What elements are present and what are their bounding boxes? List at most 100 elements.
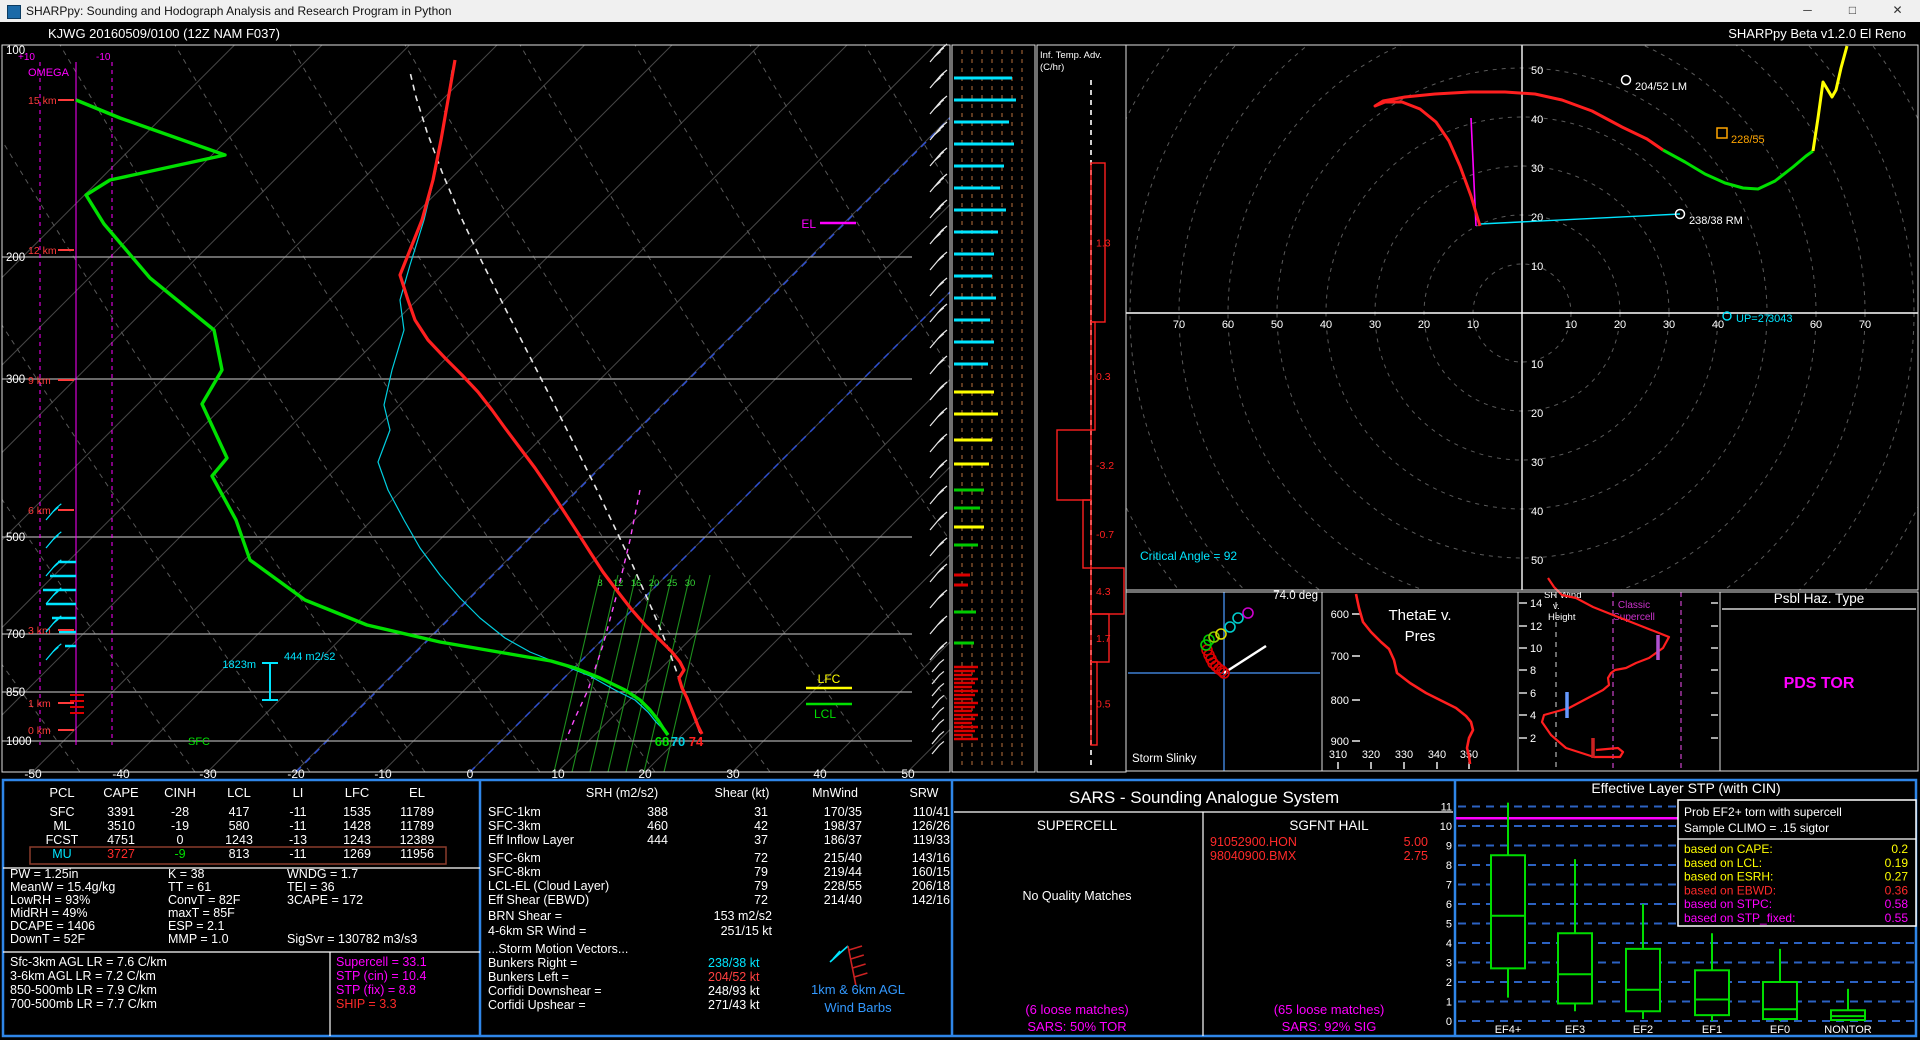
parcel-cell[interactable]: -11 — [289, 805, 306, 819]
hodo-axis-label: 30 — [1531, 457, 1543, 469]
parcel-cell[interactable]: 1535 — [343, 805, 371, 819]
hodo-marker — [1717, 128, 1727, 138]
parcel-header: LI — [293, 785, 304, 800]
storm-motion-title: ...Storm Motion Vectors... — [488, 942, 628, 956]
km-label: 9 km — [28, 375, 51, 387]
srwind-ytick-label: 12 — [1530, 621, 1542, 633]
parcel-cell[interactable]: 1428 — [343, 819, 371, 833]
srwind-ytick-label: 2 — [1530, 733, 1536, 745]
parcel-cell[interactable]: 3510 — [107, 819, 135, 833]
pressure-label: 300 — [6, 374, 25, 386]
hodo-axis-label: 50 — [1531, 65, 1543, 77]
parcel-cell[interactable]: 3727 — [107, 847, 135, 861]
sars-tor-prob: SARS: 50% TOR — [1027, 1019, 1126, 1034]
parcel-cell[interactable]: FCST — [46, 833, 79, 847]
sars-hail-header: SGFNT HAIL — [1289, 818, 1369, 833]
storm-motion-label: Corfidi Downshear = — [488, 984, 602, 998]
temp-adv-value: 1.3 — [1096, 238, 1111, 250]
pressure-label: 700 — [6, 629, 25, 641]
temp-adv-value: -0.7 — [1096, 529, 1114, 541]
parcel-cell[interactable]: 1243 — [225, 833, 253, 847]
parcel-cell[interactable]: 11789 — [400, 819, 434, 833]
kinem-header: SRH (m2/s2) — [586, 786, 658, 800]
parcel-cell[interactable]: 813 — [229, 847, 250, 861]
thetae-xtick-label: 340 — [1428, 749, 1446, 761]
omega-plus-label: +10 — [18, 52, 35, 63]
srwind-ytick-label: 10 — [1530, 643, 1542, 655]
parcel-cell[interactable]: -19 — [171, 819, 189, 833]
lapse-rate-value: 700-500mb LR = 7.7 C/km — [10, 997, 157, 1011]
omega-title: OMEGA — [28, 67, 70, 79]
parcel-cell[interactable]: SFC — [50, 805, 75, 819]
slinky-ring — [1243, 608, 1253, 618]
parcel-cell[interactable]: 12389 — [400, 833, 435, 847]
thermo-value: WNDG = 1.7 — [287, 867, 358, 881]
parcel-cell[interactable]: 3391 — [107, 805, 135, 819]
inflow-height-label: 1823m — [222, 659, 256, 671]
parcel-cell[interactable]: -9 — [174, 847, 185, 861]
parcel-cell[interactable]: -28 — [171, 805, 189, 819]
stp-ytick-label: 0 — [1446, 1016, 1452, 1028]
omega-minus-label: -10 — [96, 52, 111, 63]
lcl-label: LCL — [814, 707, 836, 721]
kinem-mnwind: 198/37 — [824, 819, 862, 833]
stp-ytick-label: 11 — [1441, 802, 1452, 814]
kinem-shear: 42 — [754, 819, 768, 833]
sars-hail-match[interactable]: 98040900.BMX — [1210, 849, 1297, 863]
kinem-shear: 37 — [754, 833, 768, 847]
parcel-cell[interactable]: ML — [53, 819, 70, 833]
temp-adv-bar — [1057, 430, 1091, 500]
sars-hail-match[interactable]: 91052900.HON — [1210, 835, 1297, 849]
parcel-cell[interactable]: 580 — [229, 819, 250, 833]
parcel-cell[interactable]: 1243 — [343, 833, 371, 847]
thetae-ytick-label: 600 — [1331, 609, 1349, 621]
kinem-srw: 206/18 — [912, 879, 950, 893]
isotherm-line — [0, 45, 235, 772]
storm-motion-value: 248/93 kt — [708, 984, 760, 998]
hazard-title: Psbl Haz. Type — [1774, 591, 1865, 606]
temp-adv-title: Inf. Temp. Adv. — [1040, 50, 1102, 61]
kinem-shear: 79 — [754, 865, 768, 879]
parcel-cell[interactable]: -13 — [289, 833, 307, 847]
parcel-cell[interactable]: 11789 — [400, 805, 434, 819]
srwind-ytick-label: 6 — [1530, 688, 1536, 700]
parcel-cell[interactable]: MU — [52, 847, 71, 861]
parcel-cell[interactable]: 1269 — [343, 847, 371, 861]
pressure-label: 1000 — [6, 736, 32, 748]
parcel-cell[interactable]: 4751 — [107, 833, 135, 847]
mixratio-label: 16 — [631, 578, 642, 589]
stp-ytick-label: 5 — [1446, 919, 1452, 931]
thermo-value: MeanW = 15.4g/kg — [10, 880, 115, 894]
sr-wind-46-label: 4-6km SR Wind = — [488, 924, 586, 938]
hodo-axis-label: 10 — [1531, 359, 1543, 371]
stp-ytick-label: 2 — [1446, 977, 1452, 989]
isotherm-line — [908, 45, 1635, 772]
stp-ytick-label: 4 — [1446, 938, 1452, 950]
hodo-axis-label: 20 — [1614, 319, 1626, 331]
stp-ytick-label: 9 — [1446, 841, 1452, 853]
srwind-ytick-label: 14 — [1530, 598, 1542, 610]
wind-barb-icon — [932, 723, 940, 732]
stp-category-label: NONTOR — [1824, 1024, 1872, 1036]
wind-barb-icon — [940, 695, 944, 699]
parcel-cell[interactable]: 417 — [229, 805, 250, 819]
pressure-label: 500 — [6, 532, 25, 544]
parcel-header: LFC — [345, 785, 370, 800]
dry-adiabat-line — [750, 45, 1230, 772]
thetae-xtick-label: 330 — [1395, 749, 1413, 761]
slinky-title: Storm Slinky — [1132, 753, 1197, 765]
parcel-cell[interactable]: 11956 — [400, 847, 434, 861]
kinem-shear: 79 — [754, 879, 768, 893]
thermo-value: TEI = 36 — [287, 880, 335, 894]
wind-barb-icon — [932, 687, 940, 696]
parcel-cell[interactable]: -11 — [289, 819, 306, 833]
sr-wind-46-value: 251/15 kt — [721, 924, 773, 938]
thetae-ytick-label: 700 — [1331, 651, 1349, 663]
kinem-row-label: SFC-6km — [488, 851, 541, 865]
stp-category-label: EF1 — [1702, 1024, 1722, 1036]
parcel-cell[interactable]: -11 — [289, 847, 306, 861]
parcel-cell[interactable]: 0 — [177, 833, 184, 847]
composite-index-value: SHIP = 3.3 — [336, 997, 397, 1011]
hazard-value: PDS TOR — [1784, 675, 1855, 692]
stp-based-value: 0.19 — [1885, 856, 1909, 870]
